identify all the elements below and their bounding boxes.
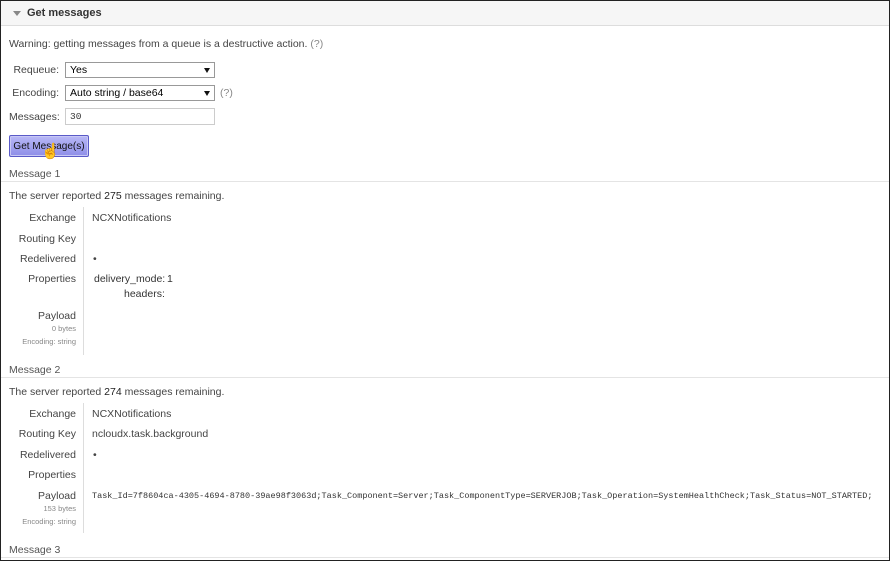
exchange-label: Exchange: [29, 212, 76, 224]
dropdown-arrow-icon: [204, 68, 210, 73]
redelivered-bullet: •: [93, 449, 97, 461]
server-report-1: The server reported 275 messages remaini…: [9, 190, 225, 202]
exchange-label: Exchange: [29, 408, 76, 420]
warning-text: Warning: getting messages from a queue i…: [9, 38, 323, 50]
section-title: Get messages: [27, 7, 102, 19]
warning-message: Warning: getting messages from a queue i…: [9, 38, 308, 50]
requeue-select[interactable]: Yes: [65, 62, 215, 78]
messages-row: Messages: 30: [9, 108, 215, 125]
payload-bytes: 0 bytes: [51, 324, 76, 333]
remaining-count: 275: [104, 190, 122, 202]
collapse-triangle-icon[interactable]: [13, 10, 21, 16]
dropdown-arrow-icon: [204, 91, 210, 96]
get-messages-panel: Get messages Warning: getting messages f…: [0, 0, 890, 561]
message-3-header: Message 3: [9, 544, 61, 556]
message-1-header: Message 1: [9, 168, 61, 180]
divider-vertical: [83, 207, 84, 355]
encoding-select[interactable]: Auto string / base64: [65, 85, 215, 101]
payload-encoding: Encoding: string: [22, 337, 76, 346]
messages-count-input[interactable]: 30: [65, 108, 215, 125]
warning-help-link[interactable]: (?): [310, 38, 323, 50]
encoding-help-link[interactable]: (?): [220, 87, 233, 99]
section-header[interactable]: Get messages: [1, 1, 889, 26]
requeue-selected-value: Yes: [70, 64, 88, 76]
divider: [1, 557, 889, 558]
redelivered-bullet: •: [93, 253, 97, 265]
encoding-label: Encoding:: [12, 87, 59, 99]
delivery-mode-key: delivery_mode:: [94, 273, 166, 285]
routing-key-label: Routing Key: [18, 428, 76, 440]
remaining-count: 274: [104, 386, 122, 398]
exchange-value: NCXNotifications: [92, 212, 172, 224]
divider: [1, 181, 889, 182]
routing-key-value: ncloudx.task.background: [92, 428, 209, 440]
payload-label: Payload: [38, 490, 76, 502]
hand-cursor-icon: ☝: [41, 143, 60, 160]
requeue-row: Requeue: Yes: [9, 62, 215, 78]
server-report-2: The server reported 274 messages remaini…: [9, 386, 225, 398]
routing-key-label: Routing Key: [18, 233, 76, 245]
divider: [1, 377, 889, 378]
encoding-selected-value: Auto string / base64: [70, 87, 164, 99]
message-2-header: Message 2: [9, 364, 61, 376]
payload-label: Payload: [38, 310, 76, 322]
redelivered-label: Redelivered: [19, 449, 76, 461]
payload-value: Task_Id=7f8604ca-4305-4694-8780-39ae98f3…: [92, 491, 873, 501]
properties-label: Properties: [28, 273, 76, 285]
payload-encoding: Encoding: string: [22, 517, 76, 526]
redelivered-label: Redelivered: [19, 253, 76, 265]
exchange-value: NCXNotifications: [92, 408, 172, 420]
encoding-row: Encoding: Auto string / base64 (?): [9, 85, 233, 101]
properties-label: Properties: [28, 469, 76, 481]
requeue-label: Requeue:: [13, 64, 59, 76]
divider-vertical: [83, 403, 84, 533]
headers-key: headers:: [124, 288, 165, 300]
payload-bytes: 153 bytes: [43, 504, 76, 513]
messages-label: Messages:: [9, 110, 60, 123]
delivery-mode-value: 1: [167, 273, 173, 285]
